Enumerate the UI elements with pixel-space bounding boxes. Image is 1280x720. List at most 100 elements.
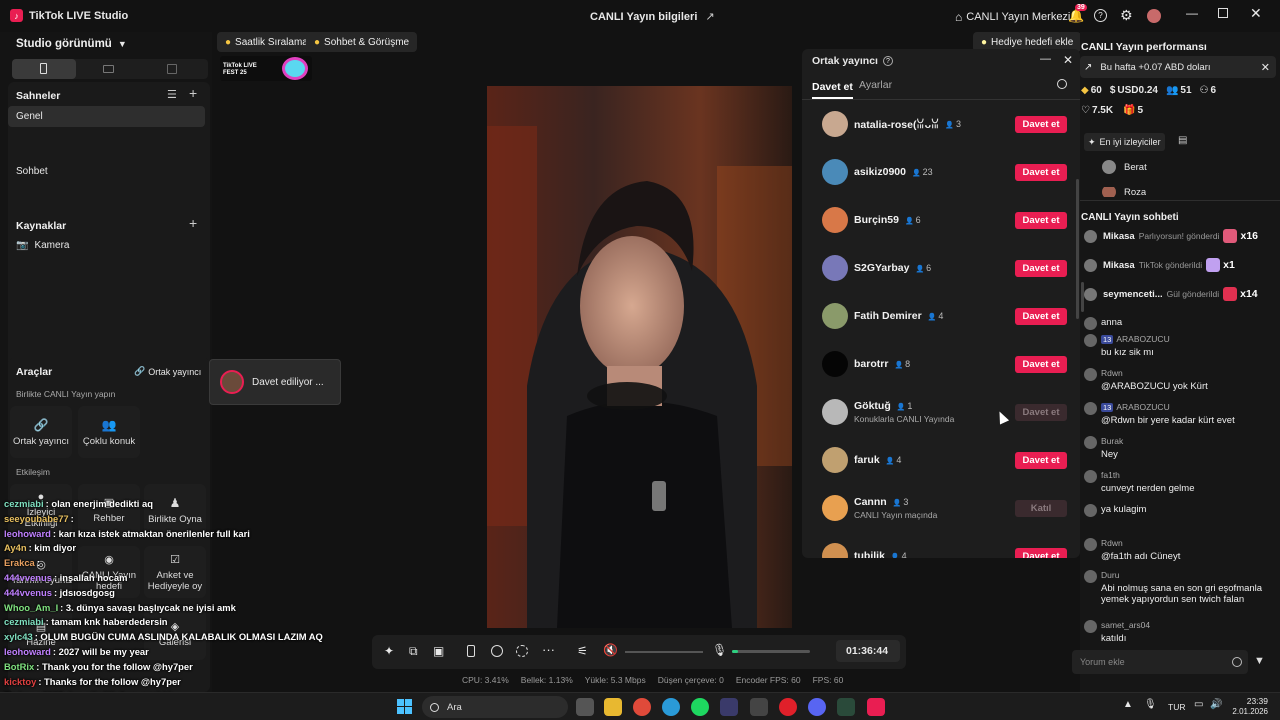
avatar[interactable] [1084,504,1097,517]
layout-icon[interactable]: ▣ [433,644,444,658]
message-username[interactable]: Rdwn [1101,368,1278,378]
tool-cohost[interactable]: 🔗 Ortak yayıncı [10,406,72,458]
cohost-name[interactable]: S2GYarbay [854,262,909,274]
microphone-icon[interactable]: 🎙 [1144,699,1157,710]
invite-button[interactable]: Davet et [1015,211,1067,229]
top-viewer-row[interactable]: Roza [1102,187,1146,197]
avatar[interactable] [1084,368,1097,381]
minimize-icon[interactable]: — [1040,53,1051,65]
magic-wand-icon[interactable]: ✦ [384,644,394,658]
message-username[interactable]: samet_ars04 [1101,620,1278,630]
cohost-name[interactable]: faruk [854,454,880,466]
avatar[interactable] [822,255,848,281]
invite-button[interactable]: Davet et [1015,403,1067,421]
speaker-muted-icon[interactable]: 🔇 [603,643,618,657]
portrait-option[interactable] [12,59,76,79]
invite-button[interactable]: Davet et [1015,355,1067,373]
avatar[interactable] [822,495,848,521]
landscape-icon[interactable] [103,65,114,73]
audio-settings-icon[interactable]: ⚟ [577,644,588,658]
add-scene-icon[interactable]: + [189,85,197,101]
invite-button[interactable]: Katıl [1015,499,1067,517]
app-icon[interactable] [750,698,768,716]
cohost-link[interactable]: 🔗 Ortak yayıncı [134,366,201,377]
speaker-volume-slider[interactable] [625,651,703,653]
minimize-icon[interactable]: — [1186,6,1198,20]
avatar[interactable] [1084,470,1097,483]
live-info-title[interactable]: CANLI Yayın bilgileri ↗ [590,10,715,24]
studio-view-dropdown[interactable]: Studio görünümü ▼ [16,38,127,50]
top-viewers-tab[interactable]: ✦ En iyi izleyiciler [1084,133,1165,151]
clock[interactable]: 23:39 2.01.2026 [1228,696,1268,716]
top-viewer-row[interactable]: Berat [1102,160,1147,174]
cohost-name[interactable]: Göktuğ [854,400,891,412]
avatar[interactable] [822,111,848,137]
file-explorer-icon[interactable] [604,698,622,716]
avatar[interactable] [1084,570,1097,583]
mic-volume-slider[interactable] [732,650,810,653]
list-icon[interactable]: ▤ [1178,135,1187,146]
message-username[interactable]: Duru [1101,570,1278,580]
tab-invite[interactable]: Davet et [812,79,853,99]
avatar[interactable] [1147,9,1161,23]
screen-share-icon[interactable]: ⧉ [409,644,418,659]
avatar[interactable] [1084,620,1097,633]
microphone-icon[interactable]: 🎙 [712,643,727,657]
cohost-name[interactable]: natalia-rose(ꈍᴗꈍ [854,117,939,131]
maximize-icon[interactable] [1218,8,1228,18]
invite-button[interactable]: Davet et [1015,307,1067,325]
tiktok-live-studio-icon[interactable] [867,698,885,716]
hourly-ranking-chip[interactable]: ● Saatlik Sıralama [217,32,316,52]
avatar[interactable] [822,351,848,377]
avatar[interactable] [1084,436,1097,449]
chat-call-chip[interactable]: ● Sohbet & Görüşme [306,32,418,52]
scrollbar[interactable] [1081,282,1084,312]
message-username[interactable]: fa1th [1101,470,1278,480]
cohost-name[interactable]: barotrr [854,358,888,370]
avatar[interactable] [822,543,848,558]
avatar[interactable] [1084,334,1097,347]
close-icon[interactable]: ✕ [1250,5,1262,22]
message-username[interactable]: Burak [1101,436,1278,446]
search-icon[interactable] [1057,79,1067,89]
avatar[interactable] [822,207,848,233]
message-username[interactable]: Rdwn [1101,538,1278,548]
avatar[interactable] [1084,402,1097,415]
tab-settings[interactable]: Ayarlar [859,79,892,91]
message-username[interactable]: 13 ARABOZUCU [1101,334,1278,344]
app-icon[interactable] [720,698,738,716]
avatar[interactable] [822,447,848,473]
discord-icon[interactable] [808,698,826,716]
taskbar-search[interactable]: Ara [422,696,568,718]
avatar[interactable] [1084,538,1097,551]
message-username[interactable]: 13 ARABOZUCU [1101,402,1278,412]
avatar[interactable] [822,399,848,425]
app-icon[interactable] [837,698,855,716]
phone-icon[interactable] [467,645,475,657]
avatar[interactable] [1084,317,1097,330]
record-icon[interactable] [491,645,503,657]
cohost-name[interactable]: tubilik [854,550,885,558]
edge-icon[interactable] [662,698,680,716]
opera-icon[interactable] [779,698,797,716]
invite-button[interactable]: Davet et [1015,163,1067,181]
scene-item-sohbet[interactable]: Sohbet [16,166,48,177]
layout-icon[interactable] [167,64,177,74]
tool-multi-guest[interactable]: 👥 Çoklu konuk [78,406,140,458]
invite-button[interactable]: Davet et [1015,547,1067,558]
invite-button[interactable]: Davet et [1015,115,1067,133]
avatar[interactable] [822,159,848,185]
cohost-name[interactable]: asikiz0900 [854,166,906,178]
invite-button[interactable]: Davet et [1015,451,1067,469]
cohost-name[interactable]: Cannn [854,496,887,508]
notification-bell-icon[interactable]: 🔔 39 [1068,4,1087,24]
windows-start-icon[interactable] [397,699,412,714]
list-icon[interactable]: ☰ [167,88,177,101]
comment-input[interactable]: Yorum ekle [1072,650,1248,674]
avatar[interactable] [822,303,848,329]
close-icon[interactable]: ✕ [1261,61,1270,74]
chrome-icon[interactable] [633,698,651,716]
emoji-icon[interactable] [1232,657,1242,667]
help-icon[interactable]: ? [1094,9,1107,22]
more-icon[interactable]: ··· [542,642,555,657]
